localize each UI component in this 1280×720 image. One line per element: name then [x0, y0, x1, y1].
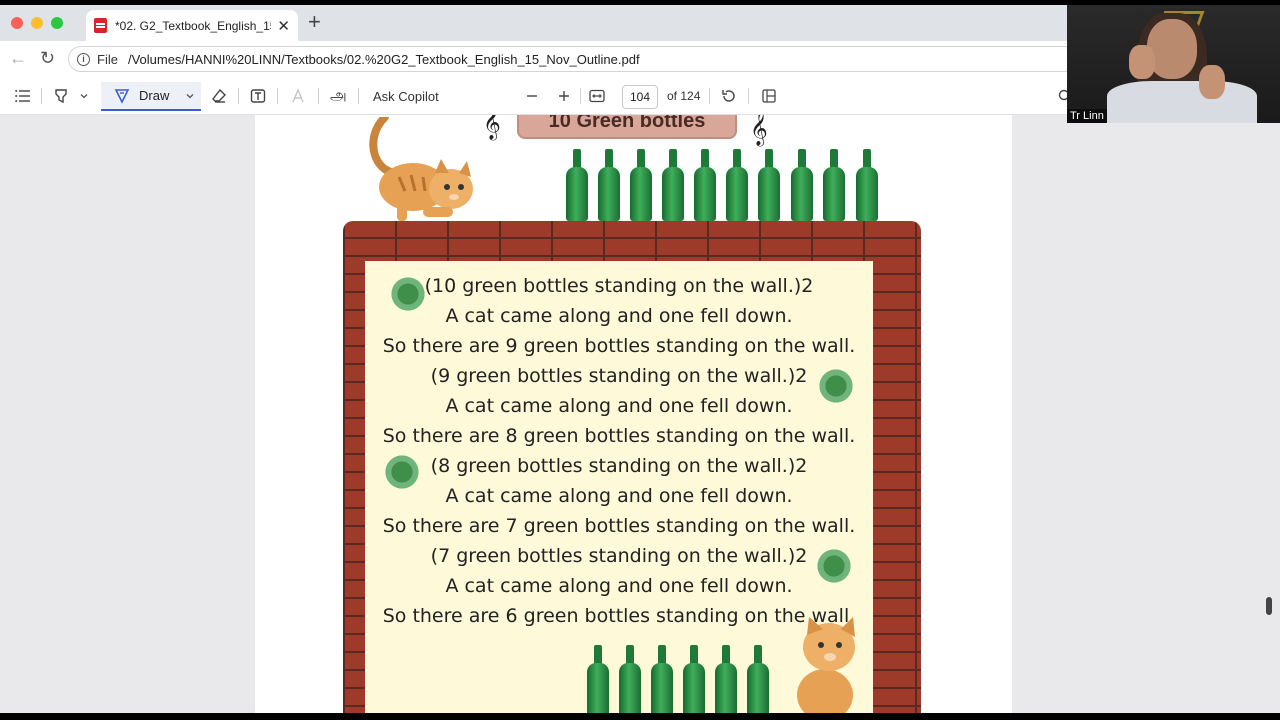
zoom-in-icon[interactable]: [558, 86, 570, 106]
green-bottle: [662, 149, 684, 221]
draw-pen-icon: [114, 88, 130, 104]
draw-label: Draw: [139, 88, 170, 103]
brick-wall: (10 green bottles standing on the wall.)…: [343, 221, 921, 713]
green-bottle: [598, 149, 620, 221]
zoom-out-icon[interactable]: [526, 86, 538, 106]
green-bottle: [856, 149, 878, 221]
poem-line: (7 green bottles standing on the wall.)2: [430, 545, 808, 567]
green-bottle: [651, 645, 673, 713]
chevron-down-icon[interactable]: [185, 91, 195, 101]
cat-illustration: [369, 117, 473, 221]
highlight-icon[interactable]: [53, 86, 69, 106]
contents-icon[interactable]: [15, 86, 31, 106]
green-bottle: [758, 149, 780, 221]
address-bar[interactable]: i File /Volumes/HANNI%20LINN/Textbooks/0…: [68, 46, 1078, 72]
green-bottle: [566, 149, 588, 221]
url-path: /Volumes/HANNI%20LINN/Textbooks/02.%20G2…: [127, 51, 640, 67]
presenter: [1147, 19, 1197, 79]
page-total: of 124: [667, 89, 701, 103]
green-bottle: [747, 645, 769, 713]
close-icon[interactable]: ✕: [277, 17, 290, 35]
tab-title: *02. G2_Textbook_English_15_N: [115, 18, 271, 33]
poem-line: So there are 8 green bottles standing on…: [382, 425, 856, 447]
zoom-window-button[interactable]: [51, 17, 63, 29]
poem-line: A cat came along and one fell down.: [445, 395, 793, 417]
page-view-icon[interactable]: [761, 86, 777, 106]
page-title: 10 Green bottles: [517, 115, 737, 139]
text-box-icon[interactable]: [250, 86, 266, 106]
eraser-icon[interactable]: [211, 86, 227, 106]
poem-line: So there are 9 green bottles standing on…: [382, 335, 856, 357]
green-bottle: [630, 149, 652, 221]
green-bottle: [587, 645, 609, 713]
info-icon[interactable]: i: [77, 52, 90, 66]
document-viewport[interactable]: 𝄞 𝄞 10 Green bottles (10 green bottles s…: [0, 115, 1280, 713]
webcam-overlay: Tr Linn: [1067, 5, 1280, 123]
back-icon[interactable]: ←: [9, 49, 27, 67]
url-scheme: File: [97, 51, 118, 67]
rotate-icon[interactable]: [721, 86, 737, 106]
read-aloud-icon[interactable]: அ: [330, 86, 347, 106]
pdf-page: 𝄞 𝄞 10 Green bottles (10 green bottles s…: [255, 115, 1012, 713]
page-number-input[interactable]: 104: [622, 85, 658, 109]
green-bottle: [694, 149, 716, 221]
vertical-scrollbar[interactable]: [1266, 597, 1272, 615]
ask-copilot-button[interactable]: Ask Copilot: [373, 86, 439, 106]
green-bottle: [726, 149, 748, 221]
participant-name: Tr Linn: [1067, 109, 1107, 123]
poem-line: A cat came along and one fell down.: [445, 575, 793, 597]
poem-line: (8 green bottles standing on the wall.)2: [430, 455, 808, 477]
tab-pdf-document[interactable]: *02. G2_Textbook_English_15_N ✕: [86, 10, 298, 41]
poem-panel: (10 green bottles standing on the wall.)…: [365, 261, 873, 713]
poem-line: (10 green bottles standing on the wall.)…: [424, 275, 814, 297]
chevron-down-icon[interactable]: [79, 86, 89, 106]
fit-page-icon[interactable]: [589, 86, 605, 106]
cat-illustration: [797, 617, 855, 713]
green-bottle: [619, 645, 641, 713]
reload-icon[interactable]: ↻: [40, 49, 55, 67]
plus-icon[interactable]: +: [308, 11, 321, 33]
poem-line: (9 green bottles standing on the wall.)2: [430, 365, 808, 387]
green-bottle: [715, 645, 737, 713]
minimize-window-button[interactable]: [31, 17, 43, 29]
green-bottle: [823, 149, 845, 221]
poem-line: A cat came along and one fell down.: [445, 485, 793, 507]
close-window-button[interactable]: [11, 17, 23, 29]
pdf-icon: [94, 18, 107, 33]
treble-clef-icon: 𝄞: [750, 115, 768, 146]
text-format-icon[interactable]: [291, 86, 307, 106]
green-bottle: [791, 149, 813, 221]
draw-button[interactable]: Draw: [101, 82, 201, 111]
poem-line: So there are 7 green bottles standing on…: [382, 515, 856, 537]
poem-line: A cat came along and one fell down.: [445, 305, 793, 327]
green-bottle: [683, 645, 705, 713]
